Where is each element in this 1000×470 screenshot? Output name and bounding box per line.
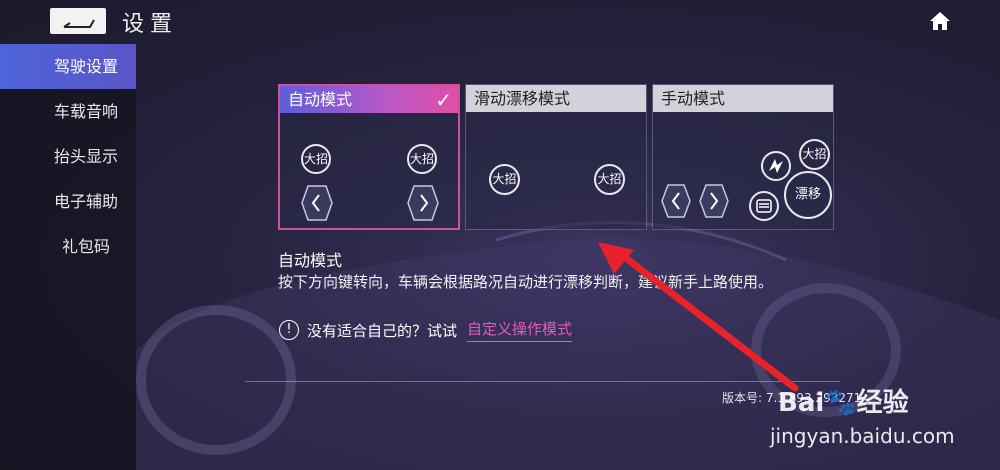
ultimate-button-preview: 大招 [407, 144, 437, 174]
back-button[interactable] [50, 8, 106, 34]
sidebar-item-driving-settings[interactable]: 驾驶设置 [0, 44, 136, 89]
info-icon: ! [279, 320, 299, 340]
annotation-arrow-icon [598, 242, 799, 392]
custom-control-mode-link[interactable]: 自定义操作模式 [467, 318, 573, 342]
mode-description-title: 自动模式 [278, 251, 343, 270]
checkmark-icon: ✓ [435, 88, 452, 112]
mode-cards: 自动模式 ✓ 大招 大招 滑动漂移模式 大招 大招 手动模式 大招 漂移 [278, 84, 838, 230]
ultimate-button-preview: 大招 [301, 144, 331, 174]
mode-card-auto[interactable]: 自动模式 ✓ 大招 大招 [278, 84, 460, 230]
mode-card-manual[interactable]: 手动模式 大招 漂移 [652, 84, 834, 230]
nitro-icon [761, 151, 791, 181]
watermark: Bai🐾经验 jingyan.baidu.com [770, 362, 1000, 470]
left-arrow-icon [301, 185, 333, 221]
home-icon [930, 12, 950, 30]
mode-card-title: 手动模式 [653, 85, 833, 112]
drift-button-preview: 漂移 [784, 171, 832, 219]
mode-description-text: 按下方向键转向，车辆会根据路况自动进行漂移判断，建议新手上路使用。 [278, 273, 774, 291]
version-number: 版本号: 7.1.893.293271 [722, 391, 862, 405]
mode-card-title: 自动模式 [280, 86, 458, 113]
home-button[interactable] [928, 10, 952, 32]
page-title: 设置 [122, 12, 179, 37]
top-bar: 设置 [0, 0, 1000, 42]
hint-text: 没有适合自己的？试试 [307, 321, 458, 340]
custom-mode-hint: ! 没有适合自己的？试试 自定义操作模式 [279, 318, 573, 342]
right-arrow-icon [699, 184, 729, 218]
ultimate-button-preview: 大招 [594, 164, 625, 195]
sidebar-item-hud[interactable]: 抬头显示 [0, 134, 136, 179]
sidebar: 驾驶设置 车载音响 抬头显示 电子辅助 礼包码 [0, 44, 136, 470]
sidebar-item-gift-code[interactable]: 礼包码 [0, 224, 136, 269]
divider [245, 381, 840, 382]
sidebar-item-electronic-assist[interactable]: 电子辅助 [0, 179, 136, 224]
mode-card-slide-drift[interactable]: 滑动漂移模式 大招 大招 [465, 84, 647, 230]
ultimate-button-preview: 大招 [799, 139, 830, 170]
watermark-url: jingyan.baidu.com [770, 424, 955, 448]
left-arrow-icon [661, 184, 691, 218]
ultimate-button-preview: 大招 [489, 164, 520, 195]
back-arrow-icon [63, 19, 95, 28]
brake-icon [749, 191, 779, 221]
right-arrow-icon [407, 185, 439, 221]
sidebar-item-car-audio[interactable]: 车载音响 [0, 89, 136, 134]
mode-card-title: 滑动漂移模式 [466, 85, 646, 112]
